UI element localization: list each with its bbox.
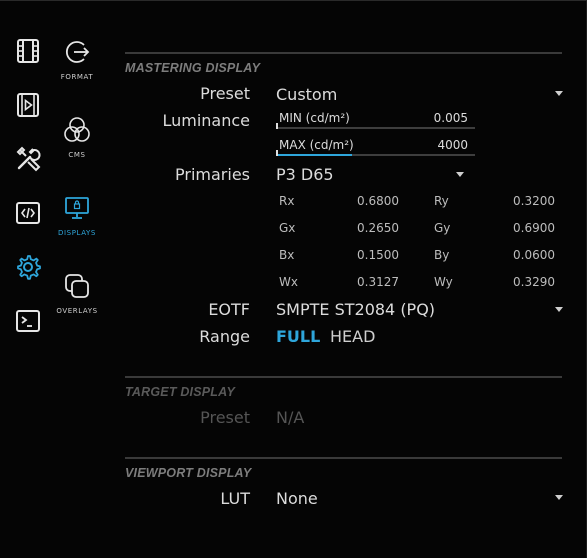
eotf-dropdown[interactable]: SMPTE ST2084 (PQ) (276, 300, 435, 319)
code-icon[interactable] (12, 197, 44, 229)
display-settings-panel: MASTERING DISPLAY Preset Custom Luminanc… (125, 1, 565, 558)
bx-label: Bx (279, 248, 295, 262)
target-preset-value: N/A (276, 408, 305, 427)
slider-fill (276, 154, 352, 156)
luminance-min-slider[interactable]: MIN (cd/m²) 0.005 (276, 109, 475, 129)
gx-value[interactable]: 0.2650 (339, 221, 399, 235)
display-submenu: FORMAT CMS DISPLAYS OVERLAYS (55, 1, 99, 558)
luminance-min-value: 0.005 (433, 111, 468, 125)
rx-label: Rx (279, 194, 295, 208)
section-divider (125, 376, 562, 378)
slider-handle[interactable] (276, 150, 278, 156)
eotf-label: EOTF (208, 300, 250, 319)
slider-handle[interactable] (276, 123, 278, 129)
by-label: By (434, 248, 450, 262)
target-preset-label: Preset (200, 408, 250, 427)
by-value[interactable]: 0.0600 (495, 248, 555, 262)
submenu-overlays-label: OVERLAYS (56, 307, 98, 315)
app-window: FORMAT CMS DISPLAYS OVERLAYS MASTERING D… (0, 0, 587, 558)
color-circles-icon (64, 117, 90, 142)
gy-label: Gy (434, 221, 451, 235)
play-frame-icon[interactable] (12, 89, 44, 121)
submenu-format-label: FORMAT (60, 73, 94, 81)
submenu-cms-label: CMS (68, 151, 86, 159)
mastering-preset-label: Preset (200, 84, 250, 103)
luminance-label: Luminance (162, 111, 250, 130)
wy-value[interactable]: 0.3290 (495, 275, 555, 289)
mastering-preset-dropdown[interactable]: Custom (276, 85, 337, 104)
submenu-cms[interactable]: CMS (55, 115, 99, 159)
submenu-format[interactable]: FORMAT (55, 37, 99, 81)
rx-value[interactable]: 0.6800 (339, 194, 399, 208)
ry-value[interactable]: 0.3200 (495, 194, 555, 208)
section-divider (125, 52, 562, 54)
chevron-down-icon[interactable] (555, 307, 563, 312)
chevron-down-icon[interactable] (555, 495, 563, 500)
film-icon[interactable] (12, 35, 44, 67)
target-display-title: TARGET DISPLAY (125, 385, 235, 399)
terminal-icon[interactable] (12, 305, 44, 337)
icon-rail (0, 1, 55, 558)
slider-track (276, 127, 475, 129)
ry-label: Ry (434, 194, 449, 208)
primaries-label: Primaries (175, 165, 250, 184)
range-full-option[interactable]: FULL (276, 327, 320, 346)
viewport-display-title: VIEWPORT DISPLAY (125, 466, 252, 480)
chevron-down-icon[interactable] (456, 172, 464, 177)
luminance-min-label: MIN (cd/m²) (279, 111, 350, 125)
submenu-displays-label: DISPLAYS (58, 229, 96, 237)
lut-label: LUT (220, 489, 250, 508)
submenu-displays[interactable]: DISPLAYS (55, 193, 99, 237)
monitor-icon (65, 197, 89, 219)
wx-label: Wx (279, 275, 298, 289)
chevron-down-icon[interactable] (555, 91, 563, 96)
submenu-overlays[interactable]: OVERLAYS (55, 271, 99, 315)
tools-icon[interactable] (12, 143, 44, 175)
bx-value[interactable]: 0.1500 (339, 248, 399, 262)
gy-value[interactable]: 0.6900 (495, 221, 555, 235)
primaries-dropdown[interactable]: P3 D65 (276, 165, 334, 184)
wy-label: Wy (434, 275, 453, 289)
lut-dropdown[interactable]: None (276, 489, 318, 508)
output-icon (65, 41, 90, 63)
section-divider (125, 457, 562, 459)
gx-label: Gx (279, 221, 296, 235)
wx-value[interactable]: 0.3127 (339, 275, 399, 289)
luminance-max-label: MAX (cd/m²) (279, 138, 354, 152)
luminance-max-slider[interactable]: MAX (cd/m²) 4000 (276, 136, 475, 156)
range-head-option[interactable]: HEAD (330, 327, 375, 346)
settings-gear-icon[interactable] (12, 251, 44, 283)
luminance-max-value: 4000 (437, 138, 468, 152)
overlay-squares-icon (65, 274, 89, 298)
mastering-display-title: MASTERING DISPLAY (125, 61, 261, 75)
range-label: Range (199, 327, 250, 346)
